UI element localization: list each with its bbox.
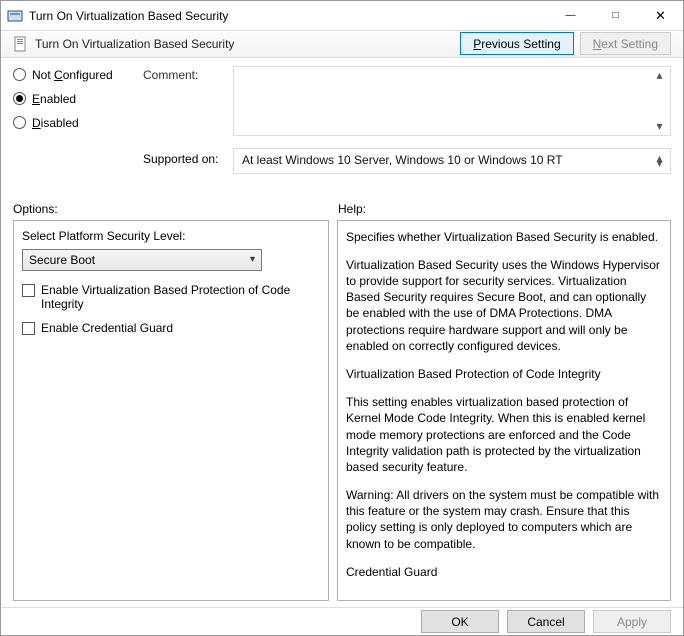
checkbox-icon bbox=[22, 284, 35, 297]
scroll-up-icon[interactable]: ▴ bbox=[651, 67, 668, 84]
radio-not-configured[interactable]: Not Configured bbox=[13, 68, 143, 82]
help-paragraph: Virtualization Based Security uses the W… bbox=[346, 257, 662, 354]
window-title: Turn On Virtualization Based Security bbox=[29, 9, 228, 23]
platform-security-select[interactable]: Secure Boot ▾ bbox=[22, 249, 262, 271]
cancel-button[interactable]: Cancel bbox=[507, 610, 585, 633]
supported-label: Supported on: bbox=[143, 148, 233, 174]
checkbox-icon bbox=[22, 322, 35, 335]
policy-icon bbox=[13, 36, 29, 52]
checkbox-vbp-code-integrity[interactable]: Enable Virtualization Based Protection o… bbox=[22, 283, 320, 311]
platform-security-label: Select Platform Security Level: bbox=[22, 229, 320, 243]
options-panel: Select Platform Security Level: Secure B… bbox=[13, 220, 329, 601]
help-paragraph: Virtualization Based Protection of Code … bbox=[346, 366, 662, 382]
app-icon bbox=[7, 8, 23, 24]
radio-icon bbox=[13, 68, 26, 81]
next-setting-button[interactable]: Next Setting bbox=[580, 32, 671, 55]
help-label: Help: bbox=[338, 202, 671, 216]
titlebar: Turn On Virtualization Based Security — … bbox=[1, 1, 683, 31]
checkbox-credential-guard[interactable]: Enable Credential Guard bbox=[22, 321, 320, 335]
scroll-down-icon[interactable]: ▾ bbox=[651, 118, 668, 135]
scroll-down-icon[interactable]: ▾ bbox=[651, 155, 668, 172]
checkbox-label: Enable Credential Guard bbox=[41, 321, 173, 335]
close-button[interactable]: ✕ bbox=[638, 1, 683, 30]
radio-icon bbox=[13, 92, 26, 105]
options-label: Options: bbox=[13, 202, 338, 216]
help-paragraph: Credential Guard bbox=[346, 564, 662, 580]
help-paragraph: Specifies whether Virtualization Based S… bbox=[346, 229, 662, 245]
radio-disabled[interactable]: Disabled bbox=[13, 116, 143, 130]
radio-enabled[interactable]: Enabled bbox=[13, 92, 143, 106]
help-paragraph: Warning: All drivers on the system must … bbox=[346, 487, 662, 552]
subheader: Turn On Virtualization Based Security Pr… bbox=[1, 31, 683, 58]
comment-label: Comment: bbox=[143, 66, 233, 140]
minimize-button[interactable]: — bbox=[548, 1, 593, 30]
select-value: Secure Boot bbox=[29, 253, 95, 267]
maximize-button[interactable]: □ bbox=[593, 1, 638, 30]
help-panel: Specifies whether Virtualization Based S… bbox=[337, 220, 671, 601]
previous-setting-button[interactable]: Previous Setting bbox=[460, 32, 573, 55]
dialog-footer: OK Cancel Apply bbox=[1, 607, 683, 635]
state-options: Not Configured Enabled Disabled bbox=[13, 66, 143, 140]
help-paragraph: This setting enables virtualization base… bbox=[346, 394, 662, 475]
apply-button[interactable]: Apply bbox=[593, 610, 671, 633]
ok-button[interactable]: OK bbox=[421, 610, 499, 633]
chevron-down-icon: ▾ bbox=[250, 254, 255, 265]
checkbox-label: Enable Virtualization Based Protection o… bbox=[41, 283, 320, 311]
radio-icon bbox=[13, 116, 26, 129]
subheader-title: Turn On Virtualization Based Security bbox=[35, 37, 234, 51]
comment-textarea[interactable]: ▴ ▾ bbox=[233, 66, 671, 136]
supported-value: At least Windows 10 Server, Windows 10 o… bbox=[233, 148, 671, 174]
